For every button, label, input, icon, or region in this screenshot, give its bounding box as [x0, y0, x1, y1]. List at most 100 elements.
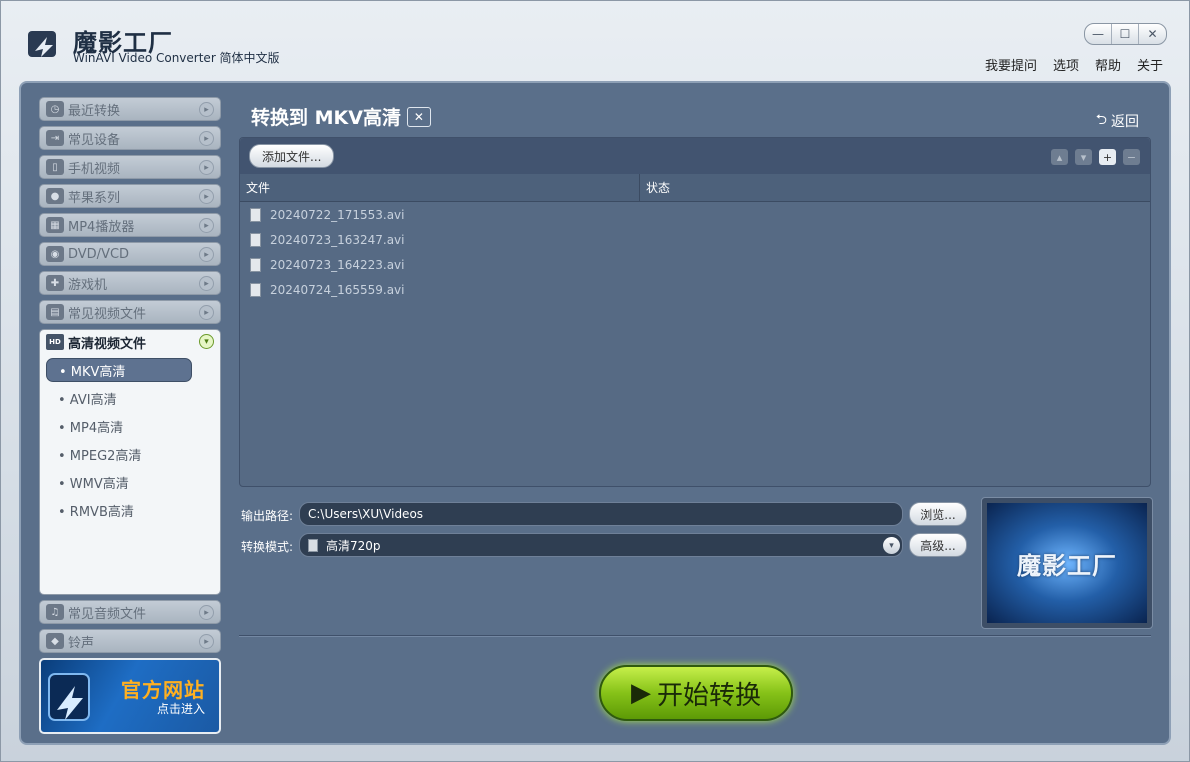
app-window: 魔影工厂 WinAVI Video Converter 简体中文版 — ☐ ✕ …	[0, 0, 1190, 762]
banner-title: 官方网站	[121, 678, 205, 702]
menu-about[interactable]: 关于	[1137, 55, 1163, 74]
file-list-toolbar: 添加文件... ▴ ▾ + −	[240, 138, 1150, 174]
sub-item-mpeg2-hd[interactable]: • MPEG2高清	[46, 442, 192, 466]
sub-item-rmvb-hd[interactable]: • RMVB高清	[46, 498, 192, 522]
sidebar-item-hd-video[interactable]: HD 高清视频文件 ▾	[40, 330, 220, 354]
file-name: 20240722_171553.avi	[270, 207, 405, 222]
app-logo-icon	[28, 31, 56, 57]
disc-icon: ◉	[46, 246, 64, 262]
sub-item-mkv-hd[interactable]: • MKV高清	[46, 358, 192, 382]
sub-item-avi-hd[interactable]: • AVI高清	[46, 386, 192, 410]
preview-image: 魔影工厂	[987, 503, 1147, 623]
sidebar-item-label: 游戏机	[68, 277, 108, 293]
file-name: 20240723_163247.avi	[270, 232, 405, 247]
sidebar-item-phone[interactable]: ▯ 手机视频 ▸	[39, 155, 221, 179]
sub-item-mp4-hd[interactable]: • MP4高清	[46, 414, 192, 438]
output-path-field[interactable]: C:\Users\XU\Videos	[299, 502, 903, 526]
column-header-status[interactable]: 状态	[640, 174, 670, 201]
hd-icon: HD	[46, 334, 64, 350]
sidebar-item-dvd[interactable]: ◉ DVD/VCD ▸	[39, 242, 221, 266]
table-row[interactable]: 20240724_165559.avi	[240, 277, 1150, 302]
document-icon	[308, 538, 318, 552]
sidebar-item-label: DVD/VCD	[68, 246, 130, 262]
move-down-icon[interactable]: ▾	[1075, 149, 1092, 165]
official-site-banner[interactable]: 官方网站 点击进入	[39, 658, 221, 734]
mode-select[interactable]: 高清720p ▾	[299, 533, 903, 557]
sidebar-item-mp4-player[interactable]: ▦ MP4播放器 ▸	[39, 213, 221, 237]
banner-logo-icon	[48, 673, 90, 721]
maximize-icon[interactable]: ☐	[1112, 24, 1139, 44]
chevron-right-icon: ▸	[199, 634, 214, 649]
add-file-button[interactable]: 添加文件...	[249, 144, 335, 168]
chevron-down-icon[interactable]: ▾	[883, 537, 900, 554]
window-controls: — ☐ ✕	[1084, 23, 1167, 45]
start-convert-button[interactable]: ▶ 开始转换	[599, 665, 793, 721]
sidebar-item-apple[interactable]: ● 苹果系列 ▸	[39, 184, 221, 208]
sidebar-item-devices[interactable]: ⇥ 常见设备 ▸	[39, 126, 221, 150]
sidebar-item-label: 高清视频文件	[68, 336, 147, 352]
back-arrow-icon: ⮌	[1095, 112, 1107, 128]
file-list-header: 文件 状态	[240, 174, 1150, 202]
remove-icon[interactable]: −	[1123, 149, 1140, 165]
sidebar-item-recent[interactable]: ◷ 最近转换 ▸	[39, 97, 221, 121]
chevron-down-icon: ▾	[199, 334, 214, 349]
page-title-text: 转换到 MKV高清	[251, 107, 401, 129]
sidebar: ◷ 最近转换 ▸ ⇥ 常见设备 ▸ ▯ 手机视频 ▸ ● 苹果系列 ▸ ▦ MP	[39, 97, 221, 734]
sidebar-item-ringtone[interactable]: ◆ 铃声 ▸	[39, 629, 221, 653]
mp4-player-icon: ▦	[46, 217, 64, 233]
back-label: 返回	[1111, 114, 1139, 130]
chevron-right-icon: ▸	[199, 160, 214, 175]
move-up-icon[interactable]: ▴	[1051, 149, 1068, 165]
banner-subtitle: 点击进入	[156, 702, 205, 716]
sidebar-item-audio-files[interactable]: ♫ 常见音频文件 ▸	[39, 600, 221, 624]
sidebar-item-label: 常见音频文件	[68, 606, 147, 622]
chevron-right-icon: ▸	[199, 131, 214, 146]
chevron-right-icon: ▸	[199, 189, 214, 204]
preview-logo-text: 魔影工厂	[1017, 551, 1117, 580]
table-row[interactable]: 20240722_171553.avi	[240, 202, 1150, 227]
app-subtitle: WinAVI Video Converter 简体中文版	[73, 51, 280, 65]
minimize-icon[interactable]: —	[1085, 24, 1112, 44]
file-list-actions: ▴ ▾ + −	[1051, 149, 1140, 165]
video-file-icon	[250, 207, 261, 222]
film-icon: ▤	[46, 304, 64, 320]
phone-icon: ▯	[46, 159, 64, 175]
chevron-right-icon: ▸	[199, 102, 214, 117]
back-button[interactable]: ⮌ 返回	[1096, 109, 1139, 133]
page-title: 转换到 MKV高清 ✕	[251, 103, 431, 130]
start-convert-label: 开始转换	[656, 680, 761, 711]
chevron-right-icon: ▸	[199, 218, 214, 233]
chevron-right-icon: ▸	[199, 605, 214, 620]
file-list-panel: 添加文件... ▴ ▾ + − 文件 状态 20240722_171553.av…	[239, 137, 1151, 487]
column-header-file[interactable]: 文件	[240, 174, 640, 201]
video-file-icon	[250, 232, 261, 247]
device-icon: ⇥	[46, 130, 64, 146]
browse-button[interactable]: 浏览...	[909, 502, 967, 526]
tools-icon[interactable]: ✕	[406, 106, 431, 127]
music-icon: ♫	[46, 604, 64, 620]
sidebar-item-label: 常见视频文件	[68, 306, 147, 322]
gamepad-icon: ✚	[46, 275, 64, 291]
advanced-button[interactable]: 高级...	[909, 533, 967, 557]
sidebar-item-label: 铃声	[68, 635, 95, 651]
top-menu: 我要提问 选项 帮助 关于	[985, 55, 1163, 74]
table-row[interactable]: 20240723_163247.avi	[240, 227, 1150, 252]
preview-panel: 魔影工厂	[981, 497, 1153, 629]
sidebar-item-label: 常见设备	[68, 132, 121, 148]
menu-options[interactable]: 选项	[1053, 55, 1079, 74]
sidebar-item-label: 苹果系列	[68, 190, 121, 206]
sidebar-item-video-files[interactable]: ▤ 常见视频文件 ▸	[39, 300, 221, 324]
play-icon: ▶	[630, 678, 651, 708]
menu-ask-question[interactable]: 我要提问	[985, 55, 1037, 74]
add-icon[interactable]: +	[1099, 149, 1116, 165]
sidebar-item-game[interactable]: ✚ 游戏机 ▸	[39, 271, 221, 295]
chevron-right-icon: ▸	[199, 276, 214, 291]
mode-value: 高清720p	[326, 538, 381, 553]
divider	[239, 635, 1151, 637]
table-row[interactable]: 20240723_164223.avi	[240, 252, 1150, 277]
close-icon[interactable]: ✕	[1139, 24, 1166, 44]
sub-item-wmv-hd[interactable]: • WMV高清	[46, 470, 192, 494]
sidebar-item-label: MP4播放器	[68, 219, 135, 235]
menu-help[interactable]: 帮助	[1095, 55, 1121, 74]
output-path-label: 输出路径:	[241, 509, 294, 523]
